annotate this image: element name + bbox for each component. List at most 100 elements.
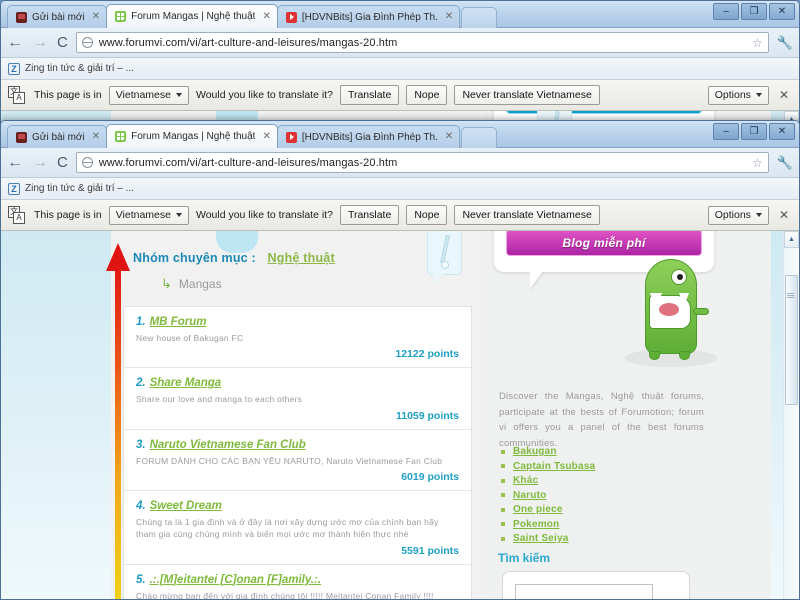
new-tab-button-bg[interactable] (461, 7, 498, 28)
forum-list: 1. MB Forum New house of Bakugan FC 12122… (123, 306, 472, 599)
tab-hdvnbits-bg[interactable]: [HDVNBits] Gia Đình Phép Th. ✕ (276, 5, 461, 28)
tab-close-icon[interactable]: ✕ (445, 132, 453, 142)
category-link-bakugan[interactable]: Bakugan (513, 446, 557, 457)
category-link-captain-tsubasa[interactable]: Captain Tsubasa (513, 461, 595, 472)
tab-hdvnbits[interactable]: [HDVNBits] Gia Đình Phép Th. ✕ (276, 125, 461, 148)
breadcrumb-label: Nhóm chuyên mục : (133, 251, 256, 265)
category-link-pokemon[interactable]: Pokemon (513, 519, 559, 530)
forum-link[interactable]: MB Forum (150, 316, 207, 328)
close-button[interactable]: ✕ (769, 3, 795, 20)
translate-button[interactable]: Translate (339, 85, 400, 105)
infobar-close-icon[interactable]: ✕ (776, 208, 792, 222)
tab-forum-mangas[interactable]: Forum Mangas | Nghệ thuật ✕ (106, 124, 278, 148)
minimize-button[interactable]: – (713, 3, 739, 20)
mascot-fang (679, 293, 689, 306)
language-select[interactable]: Vietnamese (108, 85, 189, 105)
star-icon[interactable]: ☆ (752, 36, 763, 50)
bookmarks-bar-background: Z Zing tin tức & giải trí – ... (1, 58, 799, 80)
language-select[interactable]: Vietnamese (108, 205, 189, 225)
restore-button[interactable]: ❐ (741, 3, 767, 20)
table-row[interactable]: 2. Share Manga Share our love and manga t… (124, 368, 471, 430)
mascot-pupil (677, 274, 683, 280)
tab-close-icon[interactable]: ✕ (262, 11, 270, 22)
options-button[interactable]: Options (707, 205, 769, 225)
reload-icon[interactable]: C (57, 34, 68, 51)
infobar-close-icon[interactable]: ✕ (776, 88, 792, 102)
youtube-icon (285, 11, 297, 23)
options-button[interactable]: Options (707, 85, 769, 105)
globe-icon (81, 157, 93, 168)
wrench-menu-icon[interactable]: 🔧 (777, 155, 793, 171)
tab-label: Gửi bài mới (32, 11, 85, 23)
search-input[interactable] (515, 584, 653, 599)
translate-infobar: 文A This page is in Vietnamese Would you … (1, 200, 799, 231)
breadcrumb-link[interactable]: Nghệ thuật (268, 251, 335, 265)
bookmark-label[interactable]: Zing tin tức & giải trí – ... (25, 63, 134, 74)
table-row[interactable]: 5. .:.[M]eitantei [C]onan [F]amily.:. Chà… (124, 565, 471, 599)
bookmark-label[interactable]: Zing tin tức & giải trí – ... (25, 183, 134, 194)
never-translate-button[interactable]: Never translate Vietnamese (454, 205, 600, 225)
forum-link[interactable]: Share Manga (150, 377, 222, 389)
tab-forum-mangas-bg[interactable]: Forum Mangas | Nghệ thuật ✕ (106, 4, 278, 28)
list-item[interactable]: Khác (501, 475, 595, 486)
restore-button[interactable]: ❐ (741, 123, 767, 140)
youtube-icon (285, 131, 297, 143)
search-section-title: Tìm kiếm (498, 551, 551, 565)
new-tab-button[interactable] (461, 127, 498, 148)
tab-strip: Gửi bài mới ✕ Forum Mangas | Nghệ thuật … (7, 124, 498, 148)
translate-button[interactable]: Translate (339, 205, 400, 225)
tab-close-icon[interactable]: ✕ (92, 12, 100, 22)
back-icon[interactable]: ← (7, 154, 23, 171)
forward-icon[interactable]: → (32, 34, 48, 51)
tab-close-icon[interactable]: ✕ (92, 132, 100, 142)
chevron-down-icon (175, 213, 182, 217)
tab-gui-bai-moi-bg[interactable]: Gửi bài mới ✕ (7, 5, 108, 28)
never-translate-button[interactable]: Never translate Vietnamese (454, 85, 600, 105)
category-link-khac[interactable]: Khác (513, 475, 538, 486)
table-row[interactable]: 4. Sweet Dream Chúng ta là 1 gia đình và … (124, 491, 471, 565)
list-item[interactable]: Saint Seiya (501, 533, 595, 544)
subcategory-label: Mangas (178, 277, 222, 291)
zing-icon: Z (8, 62, 20, 75)
forum-title: 2. Share Manga (136, 377, 459, 389)
tab-gui-bai-moi[interactable]: Gửi bài mới ✕ (7, 125, 108, 148)
forward-icon[interactable]: → (32, 154, 48, 171)
vertical-scrollbar[interactable]: ▲ (783, 231, 799, 599)
tab-close-icon[interactable]: ✕ (445, 12, 453, 22)
list-item[interactable]: Captain Tsubasa (501, 461, 595, 472)
minimize-button[interactable]: – (713, 123, 739, 140)
language-select-value: Vietnamese (115, 209, 171, 221)
address-bar[interactable]: www.forumvi.com/vi/art-culture-and-leisu… (75, 152, 769, 173)
translate-infobar-background: 文A This page is in Vietnamese Would you … (1, 80, 799, 111)
title-bar: Gửi bài mới ✕ Forum Mangas | Nghệ thuật … (1, 121, 799, 148)
list-item[interactable]: Bakugan (501, 446, 595, 457)
forum-link[interactable]: .:.[M]eitantei [C]onan [F]amily.:. (150, 574, 321, 586)
category-link-saint-seiya[interactable]: Saint Seiya (513, 533, 569, 544)
free-forum-button-bg[interactable]: Diễn đàn miễn phí (506, 111, 702, 114)
list-item[interactable]: Pokemon (501, 519, 595, 530)
forum-icon (115, 11, 127, 22)
wrench-menu-icon[interactable]: 🔧 (777, 35, 793, 51)
window-controls: – ❐ ✕ (713, 123, 795, 140)
reload-icon[interactable]: C (57, 154, 68, 171)
close-button[interactable]: ✕ (769, 123, 795, 140)
category-link-naruto[interactable]: Naruto (513, 490, 546, 501)
list-item[interactable]: Naruto (501, 490, 595, 501)
bullet-icon (501, 449, 505, 454)
scroll-up-arrow-icon[interactable]: ▲ (784, 231, 799, 248)
table-row[interactable]: 3. Naruto Vietnamese Fan Club FORUM DÀNH … (124, 430, 471, 491)
star-icon[interactable]: ☆ (752, 156, 763, 170)
nope-button[interactable]: Nope (406, 205, 448, 225)
list-item[interactable]: One piece (501, 504, 595, 515)
tab-close-icon[interactable]: ✕ (262, 131, 270, 142)
forum-link[interactable]: Naruto Vietnamese Fan Club (150, 439, 306, 451)
address-bar[interactable]: www.forumvi.com/vi/art-culture-and-leisu… (75, 32, 769, 53)
category-link-one-piece[interactable]: One piece (513, 504, 563, 515)
table-row[interactable]: 1. MB Forum New house of Bakugan FC 12122… (124, 307, 471, 369)
back-icon[interactable]: ← (7, 34, 23, 51)
nope-button[interactable]: Nope (406, 85, 448, 105)
forum-link[interactable]: Sweet Dream (150, 500, 222, 512)
green-monster-mascot-icon (619, 253, 729, 373)
browser-window-foreground[interactable]: Gửi bài mới ✕ Forum Mangas | Nghệ thuật … (0, 120, 800, 600)
forum-content-column: Nhóm chuyên mục : Nghệ thuật ↳ Mangas 1.… (111, 231, 484, 599)
